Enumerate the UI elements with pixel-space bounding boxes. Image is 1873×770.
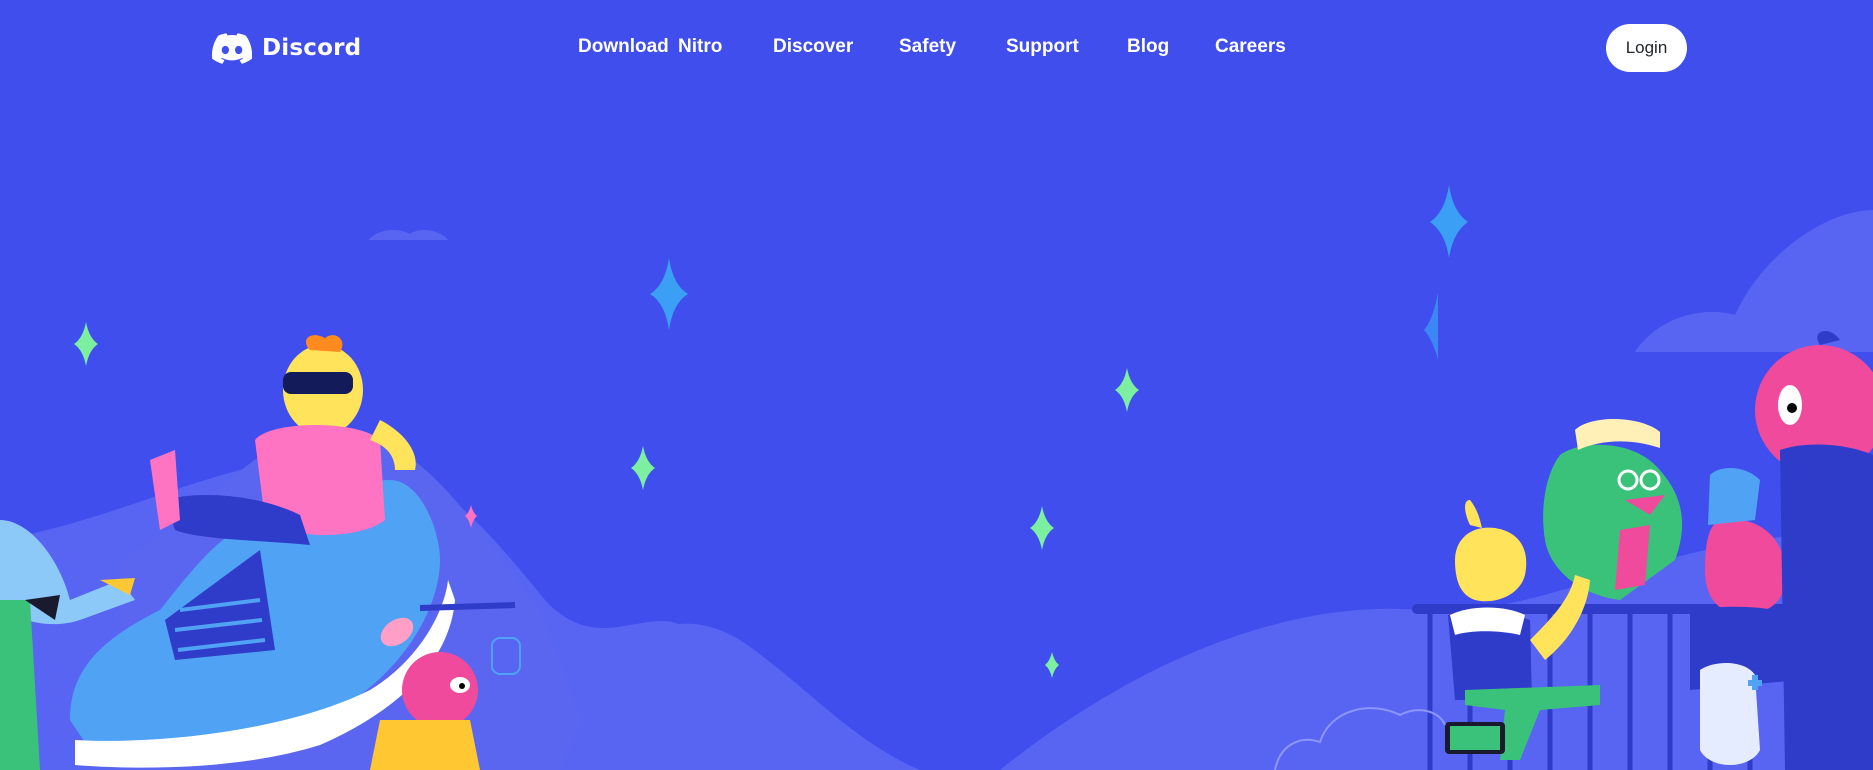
nav-link-support[interactable]: Support (1006, 36, 1127, 58)
cloud-right (1635, 210, 1873, 352)
sparkle-icon (1115, 368, 1139, 412)
nav-link-download[interactable]: Download (578, 36, 678, 58)
discord-clyde-icon (212, 32, 252, 64)
nav-link-nitro[interactable]: Nitro (678, 36, 773, 58)
sparkle-icon (1430, 185, 1468, 258)
nav-link-discover[interactable]: Discover (773, 36, 899, 58)
hero-illustration (0, 185, 1873, 770)
cloud-small (368, 230, 448, 240)
sparkle-icon (1424, 292, 1438, 360)
nav-links: Download Nitro Discover Safety Support B… (578, 36, 1295, 58)
brand-wordmark: Discord (262, 35, 362, 61)
login-button[interactable]: Login (1606, 24, 1687, 72)
top-navigation: Discord Download Nitro Discover Safety S… (0, 0, 1873, 96)
nav-link-blog[interactable]: Blog (1127, 36, 1215, 58)
sparkle-icon (1045, 652, 1059, 678)
sparkle-icon (1030, 506, 1054, 550)
sparkle-icon (74, 322, 98, 366)
nav-link-careers[interactable]: Careers (1215, 36, 1295, 58)
sparkle-icon (650, 258, 688, 330)
nav-link-safety[interactable]: Safety (899, 36, 1006, 58)
discord-logo-link[interactable]: Discord (212, 30, 361, 66)
character-sunglasses (150, 335, 416, 545)
sparkle-icon (631, 446, 655, 490)
